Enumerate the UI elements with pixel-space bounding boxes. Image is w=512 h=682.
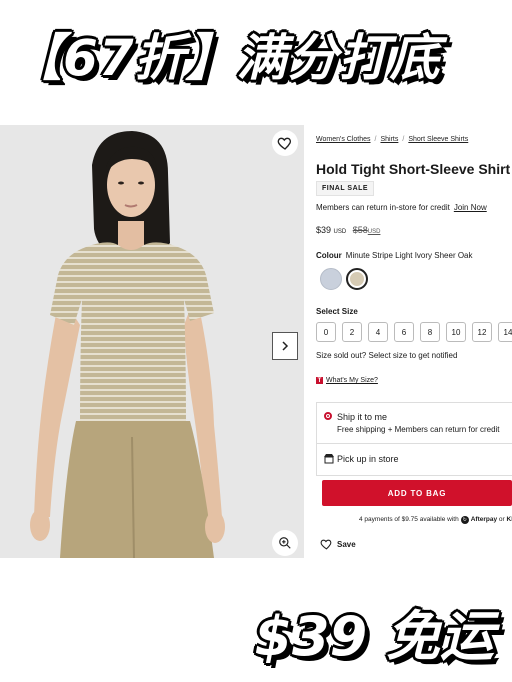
- members-text: Members can return in-store for credit: [316, 203, 450, 212]
- size-option[interactable]: 14: [498, 322, 512, 342]
- whats-my-size-link[interactable]: T What's My Size?: [316, 377, 378, 384]
- chevron-right-icon: [282, 341, 289, 351]
- ship-it-option[interactable]: Ship it to me Free shipping + Members ca…: [316, 402, 512, 444]
- breadcrumb-separator: /: [374, 136, 377, 143]
- next-image-button[interactable]: [272, 332, 298, 360]
- breadcrumb-separator: /: [402, 136, 405, 143]
- size-option[interactable]: 10: [446, 322, 466, 342]
- save-button[interactable]: Save: [320, 538, 356, 550]
- afterpay-text: 4 payments of $9.75 available with: [359, 516, 459, 523]
- zoom-button[interactable]: [272, 530, 298, 556]
- model-illustration: [30, 131, 225, 558]
- current-price: $39: [316, 225, 332, 235]
- product-photo: [0, 125, 304, 558]
- original-price-value: $58: [352, 225, 368, 235]
- sold-out-notice: Size sold out? Select size to get notifi…: [316, 351, 458, 360]
- zoom-in-icon: [279, 537, 291, 549]
- select-size-label: Select Size: [316, 307, 358, 316]
- product-title: Hold Tight Short-Sleeve Shirt: [316, 161, 511, 177]
- klarna-brand: Kl: [506, 516, 512, 523]
- heart-outline-icon: [320, 539, 332, 550]
- price: $39 USD $58USD: [316, 225, 380, 235]
- size-option[interactable]: 8: [420, 322, 440, 342]
- store-icon: [324, 454, 334, 464]
- save-label: Save: [337, 539, 356, 549]
- add-to-bag-button[interactable]: ADD TO BAG: [322, 480, 512, 506]
- size-option[interactable]: 4: [368, 322, 388, 342]
- price-currency: USD: [333, 229, 347, 235]
- pickup-title: Pick up in store: [337, 454, 399, 464]
- afterpay-info: 4 payments of $9.75 available with ↻ After…: [359, 516, 512, 524]
- size-option[interactable]: 0: [316, 322, 336, 342]
- swatch-ivory-oak-stripe-selected[interactable]: [346, 268, 368, 290]
- size-option[interactable]: 6: [394, 322, 414, 342]
- afterpay-or: or: [498, 516, 505, 523]
- original-price: $58USD: [353, 225, 381, 235]
- breadcrumb-shirts[interactable]: Shirts: [380, 136, 398, 143]
- afterpay-logo-icon: ↻: [460, 516, 469, 524]
- size-selector: 0 2 4 6 8 10 12 14: [316, 322, 512, 342]
- members-info: Members can return in-store for credit Jo…: [316, 203, 487, 212]
- product-info-panel: Women's Clothes / Shirts / Short Sleeve Shir…: [316, 125, 512, 558]
- whats-my-size-label: What's My Size?: [326, 377, 378, 384]
- swatch-light-blue-stripe[interactable]: [320, 268, 342, 290]
- ship-title: Ship it to me: [337, 412, 388, 422]
- final-sale-badge: FINAL SALE: [316, 181, 375, 196]
- promo-banner-top: 【67折】满分打底: [12, 29, 441, 87]
- colour-label: Colour: [316, 251, 342, 260]
- afterpay-brand: Afterpay: [470, 516, 498, 523]
- original-price-currency: USD: [367, 229, 381, 235]
- promo-banner-bottom: $39 免运: [254, 605, 494, 668]
- colour-info: Colour Minute Stripe Light Ivory Sheer Oa…: [316, 251, 473, 260]
- size-option[interactable]: 2: [342, 322, 362, 342]
- colour-value: Minute Stripe Light Ivory Sheer Oak: [345, 251, 473, 260]
- size-guide-icon: T: [316, 377, 323, 384]
- product-page: Women's Clothes / Shirts / Short Sleeve Shir…: [0, 125, 512, 558]
- pickup-option[interactable]: Pick up in store: [316, 443, 512, 476]
- heart-icon: [277, 137, 291, 150]
- join-now-link[interactable]: Join Now: [454, 203, 487, 212]
- ship-radio-selected[interactable]: [324, 412, 332, 420]
- breadcrumb: Women's Clothes / Shirts / Short Sleeve Shir…: [316, 136, 468, 143]
- breadcrumb-womens-clothes[interactable]: Women's Clothes: [316, 136, 371, 143]
- size-option[interactable]: 12: [472, 322, 492, 342]
- breadcrumb-short-sleeve-shirts[interactable]: Short Sleeve Shirts: [408, 136, 468, 143]
- favorite-button[interactable]: [272, 130, 298, 156]
- ship-subtitle: Free shipping + Members can return for c…: [337, 425, 500, 434]
